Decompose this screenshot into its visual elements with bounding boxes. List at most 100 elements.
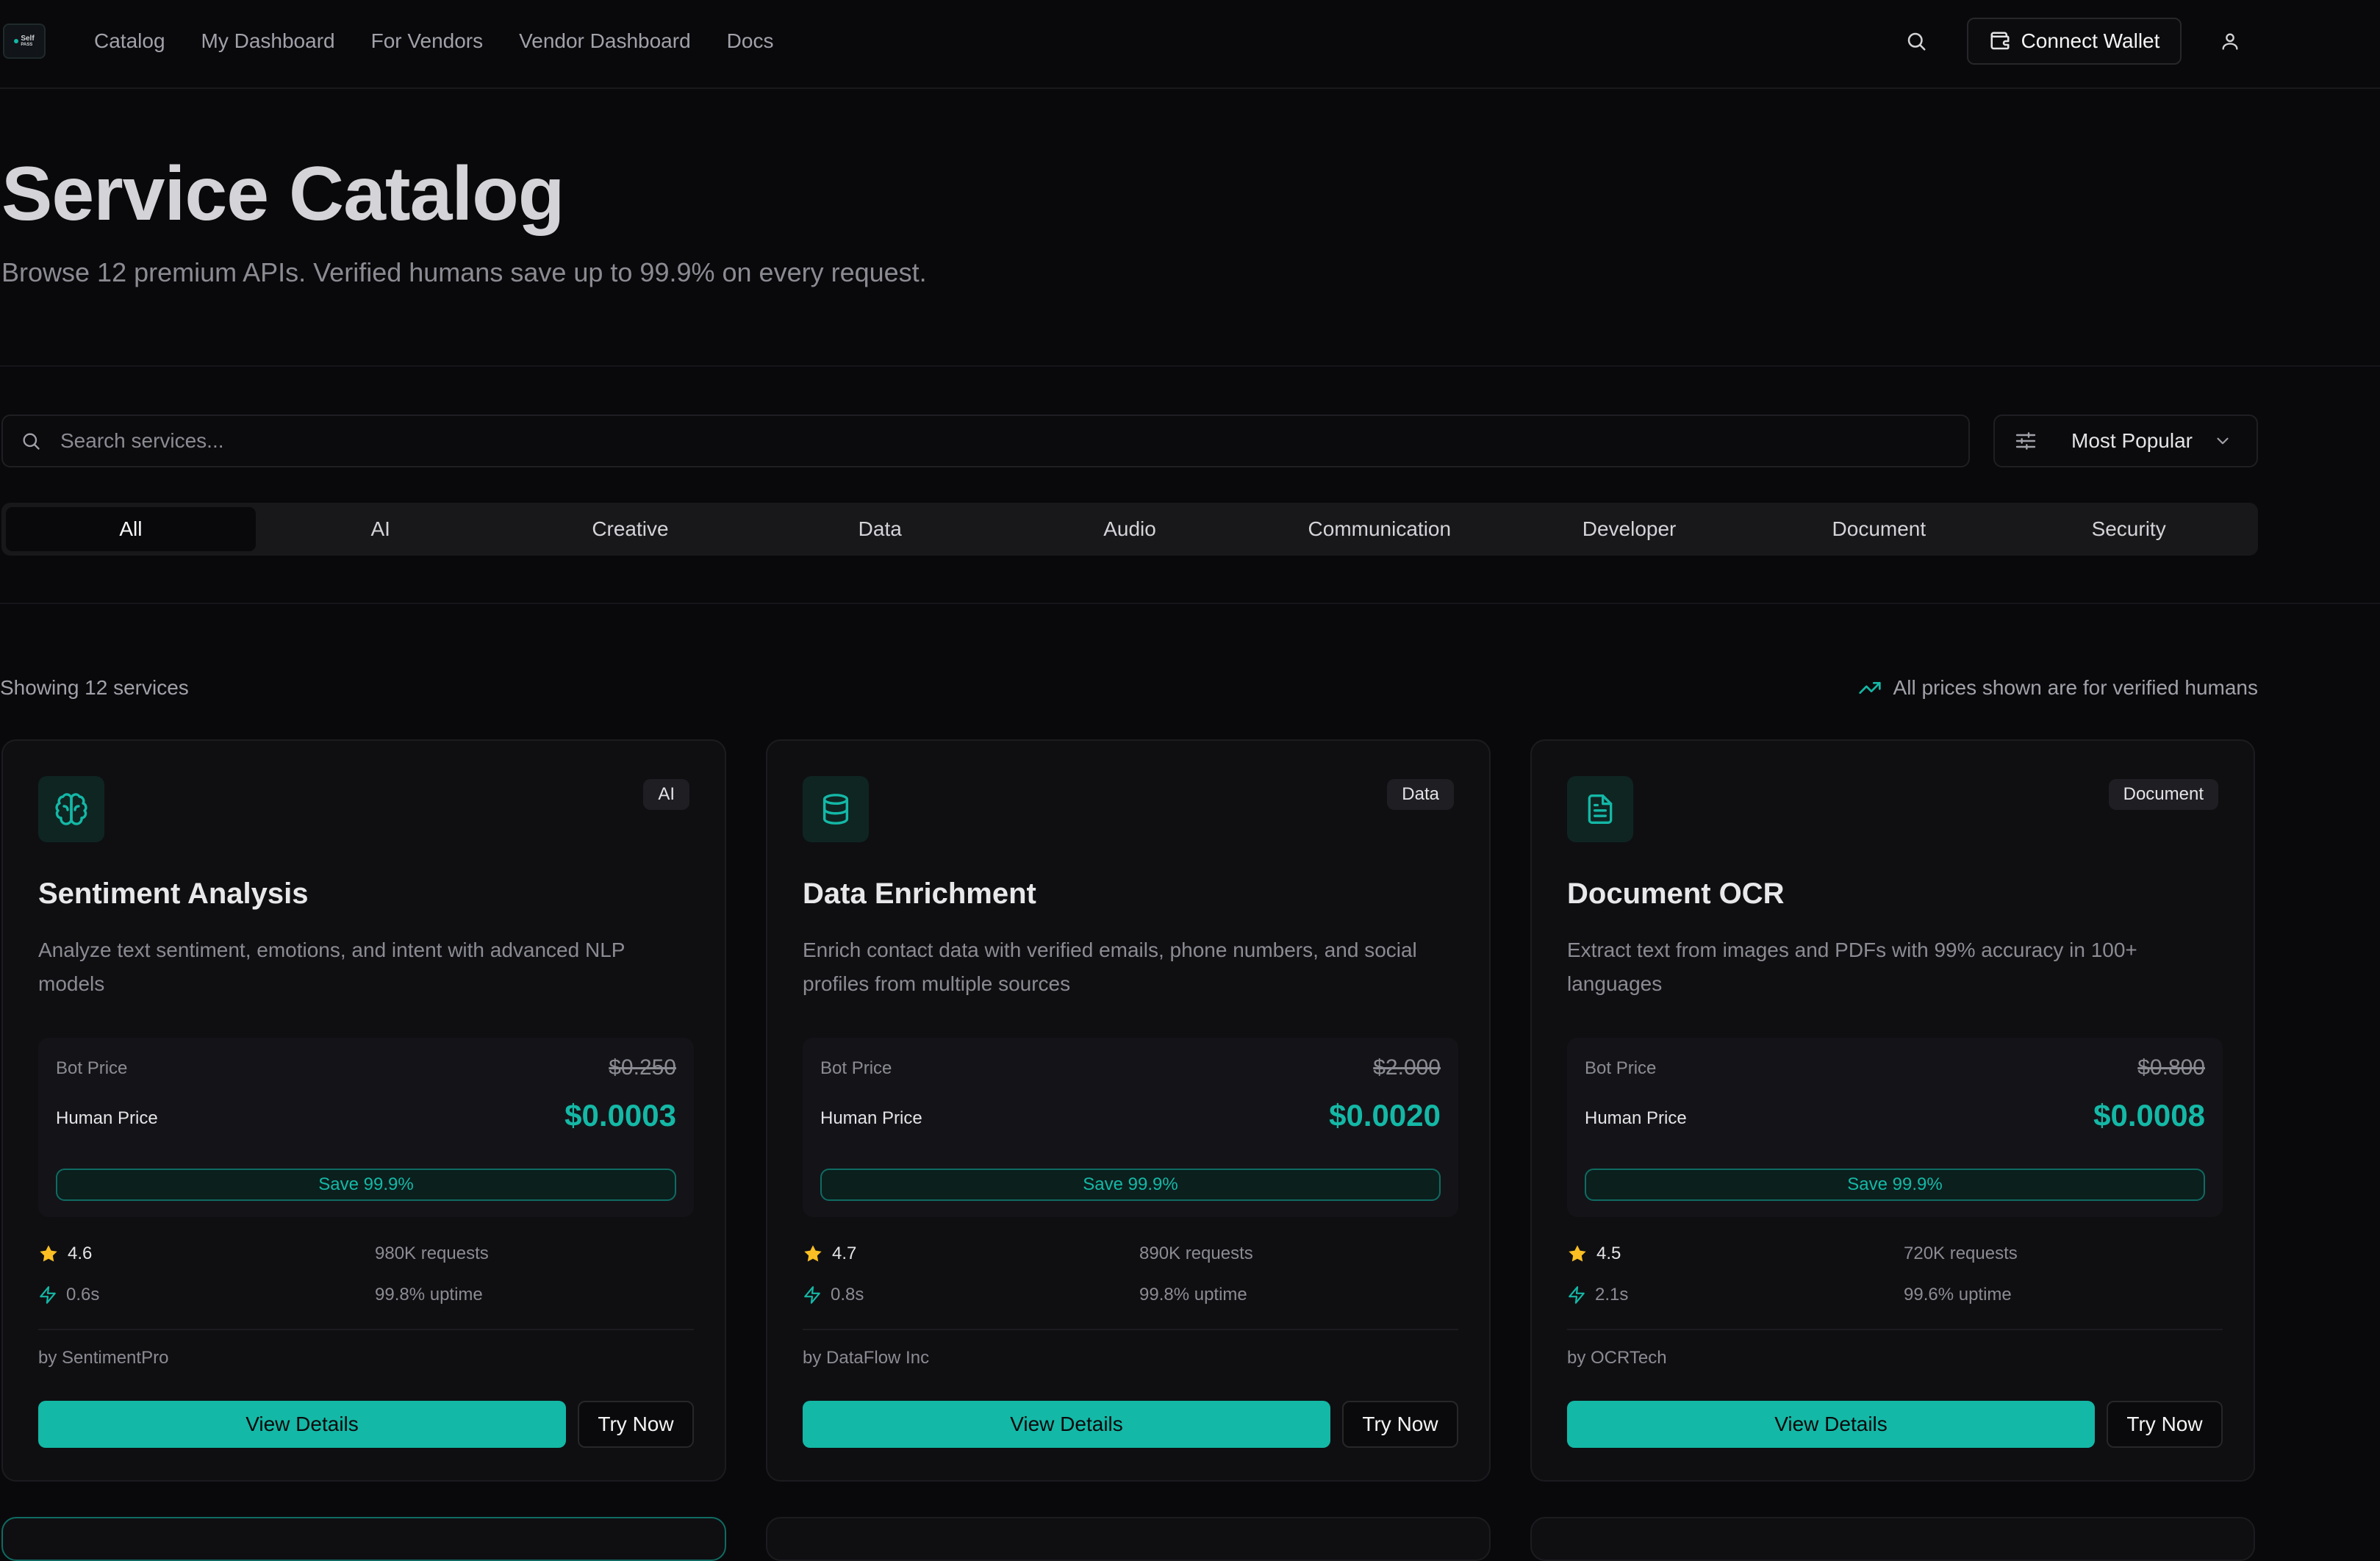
price-box: Bot Price $2.000 Human Price $0.0020 Sav… [803,1038,1458,1217]
service-icon-tile [1567,776,1633,842]
service-card-partial [1530,1517,2255,1561]
tab-audio[interactable]: Audio [1005,507,1255,551]
vendor-name: by DataFlow Inc [803,1348,930,1368]
star-icon [40,1245,57,1262]
human-price-value: $0.0003 [564,1098,676,1133]
latency-value: 0.8s [831,1285,864,1305]
tab-communication[interactable]: Communication [1255,507,1505,551]
logo-text-main: Self [21,35,35,43]
try-now-button[interactable]: Try Now [2107,1401,2223,1448]
human-price-label: Human Price [56,1108,158,1128]
logo[interactable]: Self PASS [3,24,46,59]
logo-dot [14,39,19,43]
sort-selected-label: Most Popular [2071,429,2193,452]
uptime: 99.6% uptime [1904,1285,2012,1305]
view-details-button[interactable]: View Details [38,1401,566,1448]
document-icon [1588,794,1613,824]
latency: 0.8s [803,1285,864,1305]
pricing-note-text: All prices shown are for verified humans [1893,676,2258,699]
lightning-icon [1569,1286,1585,1304]
tab-data[interactable]: Data [755,507,1005,551]
vendor-name: by SentimentPro [38,1348,169,1368]
search-bar [1,415,1970,467]
rating-value: 4.7 [832,1244,857,1263]
bot-price-value: $0.250 [609,1055,676,1080]
latency-value: 0.6s [66,1285,100,1305]
results-count: Showing 12 services [0,676,189,699]
page-title: Service Catalog [1,151,564,237]
connect-wallet-button[interactable]: Connect Wallet [1967,18,2182,65]
nav-link-my-dashboard[interactable]: My Dashboard [201,29,335,53]
human-price-label: Human Price [820,1108,922,1128]
category-tabs: All AI Creative Data Audio Communication… [1,503,2258,556]
uptime: 99.8% uptime [1139,1285,1247,1305]
user-menu-button[interactable] [2214,25,2246,57]
service-icon-tile [38,776,104,842]
human-price-value: $0.0008 [2093,1098,2205,1133]
trending-up-icon [1858,682,1881,694]
star-icon [1569,1245,1586,1262]
service-stats: 4.7 0.8s 890K requests 99.8% uptime [803,1244,1458,1324]
pricing-note: All prices shown are for verified humans [1858,676,2258,700]
nav-link-docs[interactable]: Docs [727,29,774,53]
service-stats: 4.5 2.1s 720K requests 99.6% uptime [1567,1244,2223,1324]
tab-security[interactable]: Security [2004,507,2254,551]
tab-ai[interactable]: AI [256,507,506,551]
service-card-partial [766,1517,1491,1561]
category-badge: Document [2108,779,2218,810]
brain-icon [55,793,87,825]
request-count: 890K requests [1139,1244,1253,1263]
database-icon [822,794,849,825]
rating-value: 4.5 [1596,1244,1621,1263]
connect-wallet-label: Connect Wallet [2021,29,2160,52]
tab-document[interactable]: Document [1754,507,2004,551]
chevron-down-icon [2213,431,2232,451]
tab-all[interactable]: All [6,507,256,551]
vendor-name: by OCRTech [1567,1348,1667,1368]
service-title: Document OCR [1567,878,1785,910]
logo-text: Self PASS [21,35,34,48]
card-divider [803,1329,1458,1330]
nav-search-button[interactable] [1900,26,1932,56]
search-input[interactable] [60,429,1898,453]
nav-link-for-vendors[interactable]: For Vendors [371,29,484,53]
nav-link-vendor-dashboard[interactable]: Vendor Dashboard [519,29,691,53]
bot-price-label: Bot Price [1585,1058,1657,1078]
sort-select[interactable]: Most Popular [1993,415,2258,467]
bot-price-value: $0.800 [2137,1055,2205,1080]
try-now-button[interactable]: Try Now [578,1401,694,1448]
latency: 2.1s [1567,1285,1628,1305]
search-icon [21,431,41,451]
service-icon-tile [803,776,869,842]
tab-creative[interactable]: Creative [506,507,756,551]
price-box: Bot Price $0.800 Human Price $0.0008 Sav… [1567,1038,2223,1217]
bot-price-label: Bot Price [56,1058,128,1078]
service-stats: 4.6 0.6s 980K requests 99.8% uptime [38,1244,694,1324]
request-count: 980K requests [375,1244,489,1263]
nav-link-catalog[interactable]: Catalog [94,29,165,53]
rating: 4.5 [1567,1244,1621,1264]
bot-price-value: $2.000 [1373,1055,1441,1080]
tab-developer[interactable]: Developer [1505,507,1754,551]
uptime: 99.8% uptime [375,1285,483,1305]
service-card: AI Sentiment Analysis Analyze text senti… [1,739,726,1482]
savings-badge: Save 99.9% [56,1169,676,1201]
category-badge: AI [643,779,689,810]
latency-value: 2.1s [1595,1285,1629,1305]
human-price-value: $0.0020 [1329,1098,1441,1133]
rating: 4.6 [38,1244,92,1264]
service-card: Data Data Enrichment Enrich contact data… [766,739,1491,1482]
service-card: Document Document OCR Extract text from … [1530,739,2255,1482]
bot-price-label: Bot Price [820,1058,892,1078]
service-title: Data Enrichment [803,878,1036,910]
card-divider [38,1329,694,1330]
section-divider [0,365,2380,367]
view-details-button[interactable]: View Details [1567,1401,2095,1448]
nav-links: Catalog My Dashboard For Vendors Vendor … [94,0,809,82]
view-details-button[interactable]: View Details [803,1401,1330,1448]
try-now-button[interactable]: Try Now [1342,1401,1458,1448]
request-count: 720K requests [1904,1244,2018,1263]
human-price-label: Human Price [1585,1108,1687,1128]
wallet-icon [1990,32,2010,50]
service-description: Analyze text sentiment, emotions, and in… [38,939,625,995]
